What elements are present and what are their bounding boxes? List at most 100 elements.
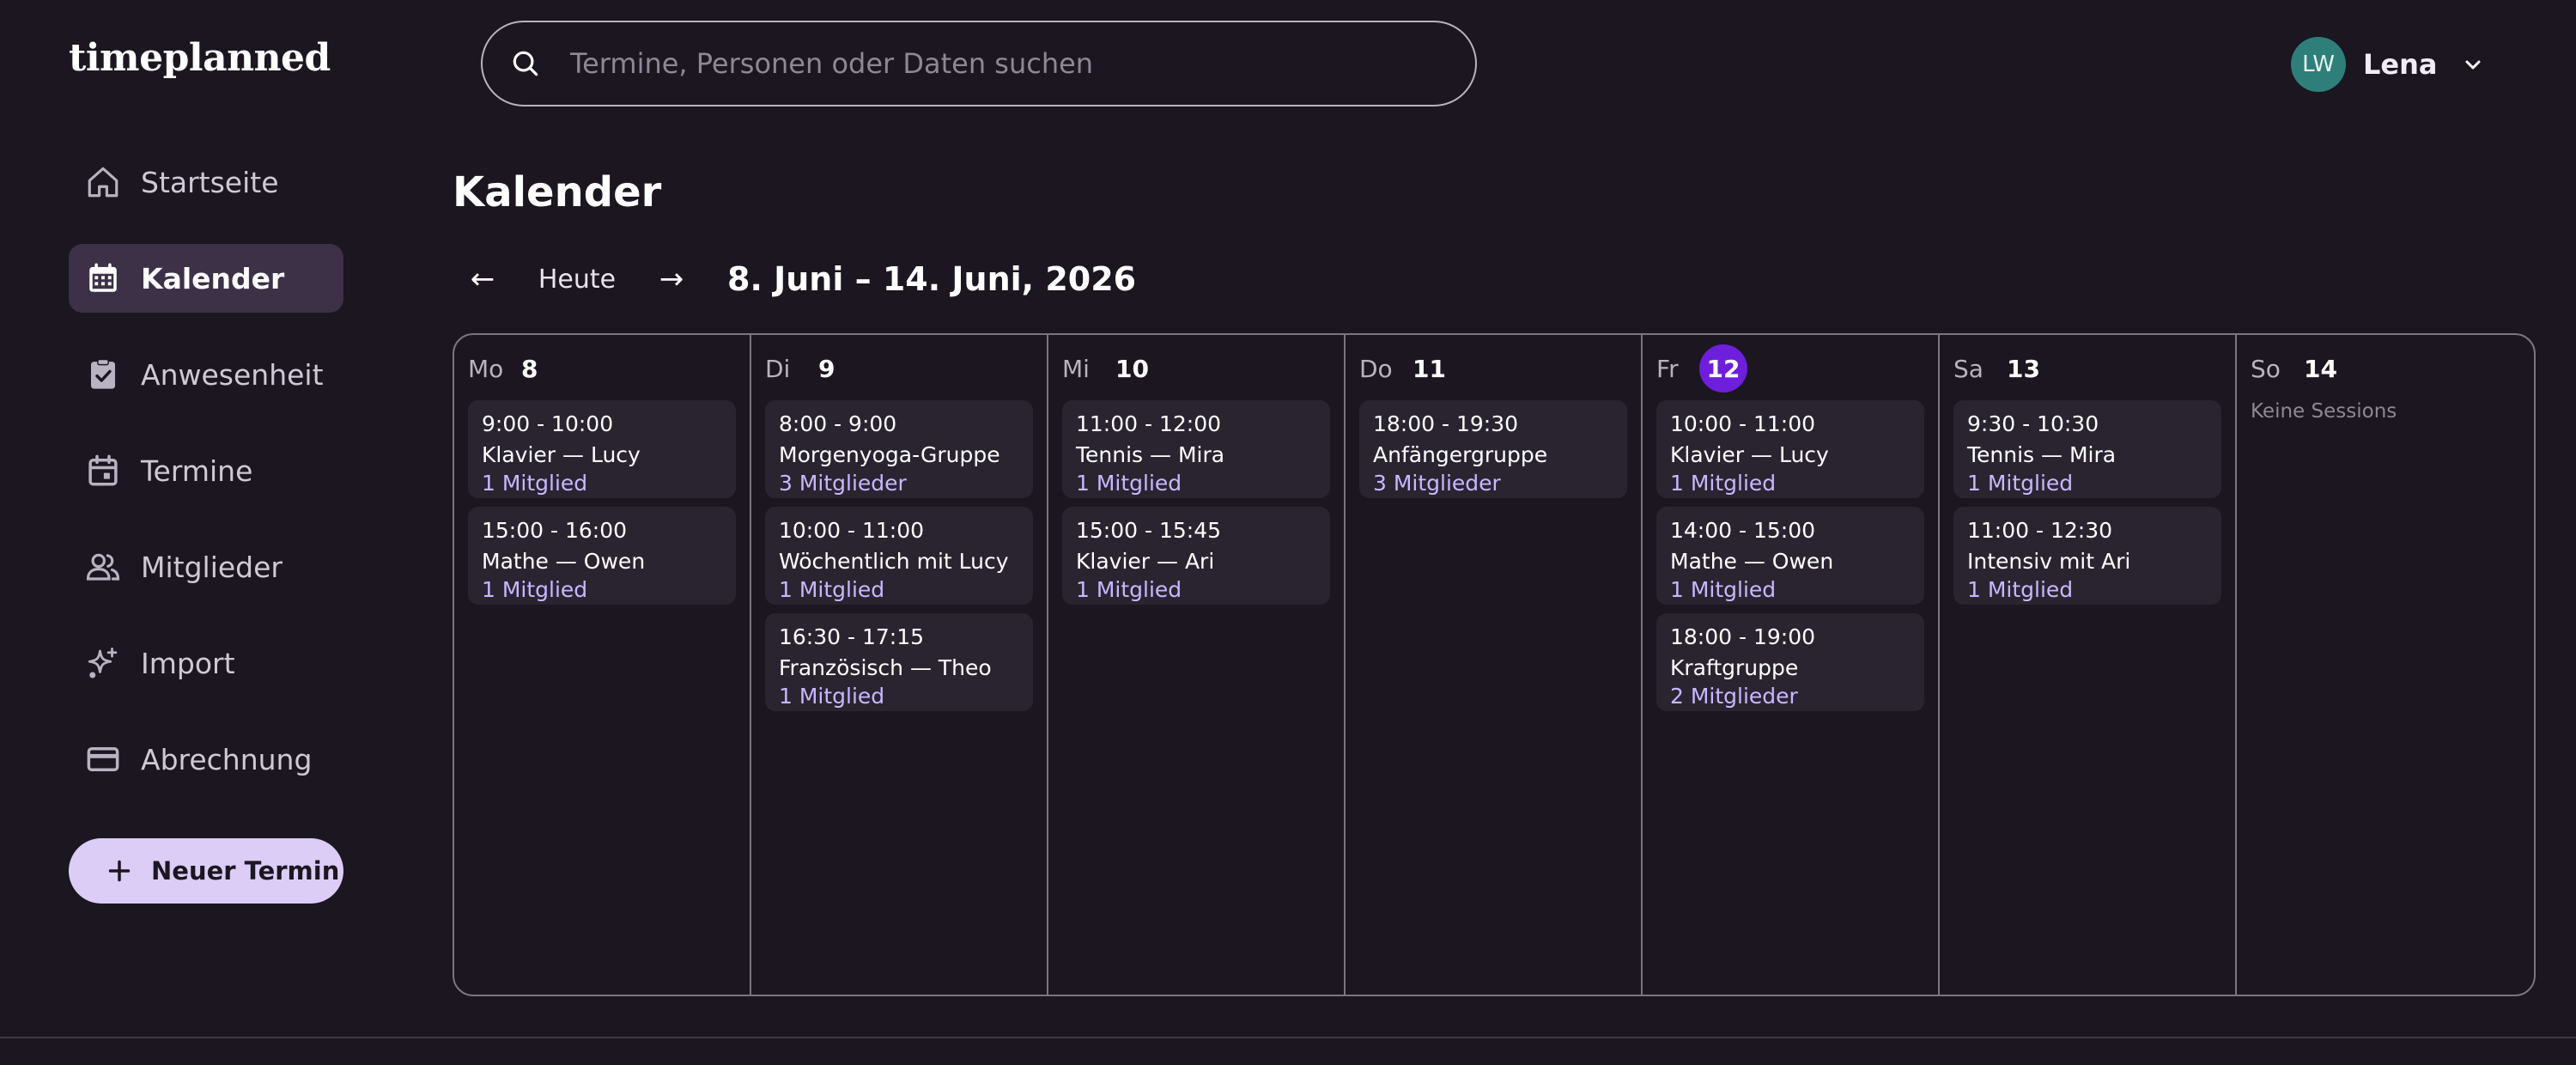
event-title: Tennis — Mira bbox=[1967, 442, 2117, 467]
day-of-week: Do bbox=[1359, 354, 1393, 383]
new-event-label: Neuer Termin bbox=[151, 856, 340, 885]
event-card[interactable]: 18:00 - 19:00 Kraftgruppe 2 Mitglieder bbox=[1656, 613, 1924, 711]
event-time: 18:00 - 19:00 bbox=[1670, 624, 1816, 649]
sidebar-item-mitglieder[interactable]: Mitglieder bbox=[69, 532, 343, 601]
event-time: 18:00 - 19:30 bbox=[1373, 411, 1519, 436]
search-input[interactable] bbox=[570, 38, 1429, 89]
event-card[interactable]: 9:00 - 10:00 Klavier — Lucy 1 Mitglied bbox=[468, 400, 736, 498]
sparkle-icon bbox=[84, 644, 122, 682]
event-members: 1 Mitglied bbox=[1967, 471, 2074, 496]
day-column-so: So 14 Keine Sessions bbox=[2237, 335, 2534, 995]
event-title: Klavier — Ari bbox=[1076, 549, 1215, 574]
day-column-sa: Sa 13 9:30 - 10:30 Tennis — Mira 1 Mitgl… bbox=[1940, 335, 2237, 995]
event-card[interactable]: 18:00 - 19:30 Anfängergruppe 3 Mitgliede… bbox=[1359, 400, 1627, 498]
empty-day-text: Keine Sessions bbox=[2251, 400, 2397, 423]
event-icon bbox=[84, 452, 122, 490]
event-card[interactable]: 11:00 - 12:00 Tennis — Mira 1 Mitglied bbox=[1062, 400, 1330, 498]
event-card[interactable]: 16:30 - 17:15 Französisch — Theo 1 Mitgl… bbox=[765, 613, 1033, 711]
event-card[interactable]: 10:00 - 11:00 Wöchentlich mit Lucy 1 Mit… bbox=[765, 507, 1033, 605]
day-header: So 14 bbox=[2251, 347, 2520, 390]
sidebar-item-startseite[interactable]: Startseite bbox=[69, 148, 343, 216]
day-column-mo: Mo 8 9:00 - 10:00 Klavier — Lucy 1 Mitgl… bbox=[454, 335, 751, 995]
day-header: Di 9 bbox=[765, 347, 1033, 390]
day-column-fr: Fr 12 10:00 - 11:00 Klavier — Lucy 1 Mit… bbox=[1643, 335, 1940, 995]
event-time: 10:00 - 11:00 bbox=[1670, 411, 1816, 436]
event-card[interactable]: 15:00 - 15:45 Klavier — Ari 1 Mitglied bbox=[1062, 507, 1330, 605]
event-title: Klavier — Lucy bbox=[1670, 442, 1829, 467]
day-header: Sa 13 bbox=[1953, 347, 2221, 390]
event-members: 2 Mitglieder bbox=[1670, 684, 1798, 709]
prev-week-button[interactable]: ← bbox=[453, 249, 513, 309]
event-time: 11:00 - 12:00 bbox=[1076, 411, 1222, 436]
search-bar[interactable] bbox=[481, 21, 1477, 106]
day-header: Mo 8 bbox=[468, 347, 736, 390]
day-number[interactable]: 9 bbox=[818, 355, 835, 383]
clipboard-check-icon bbox=[84, 356, 122, 393]
week-calendar: Mo 8 9:00 - 10:00 Klavier — Lucy 1 Mitgl… bbox=[453, 333, 2536, 996]
day-number[interactable]: 11 bbox=[1413, 355, 1446, 383]
event-title: Intensiv mit Ari bbox=[1967, 549, 2131, 574]
sidebar-item-label: Import bbox=[141, 646, 235, 680]
sidebar-item-label: Abrechnung bbox=[141, 742, 313, 776]
event-members: 1 Mitglied bbox=[779, 684, 885, 709]
search-icon bbox=[508, 46, 543, 81]
sidebar-item-anwesenheit[interactable]: Anwesenheit bbox=[69, 340, 343, 409]
event-title: Mathe — Owen bbox=[1670, 549, 1834, 574]
sidebar-item-abrechnung[interactable]: Abrechnung bbox=[69, 725, 343, 794]
sidebar-item-import[interactable]: Import bbox=[69, 629, 343, 697]
day-column-mi: Mi 10 11:00 - 12:00 Tennis — Mira 1 Mitg… bbox=[1048, 335, 1346, 995]
day-of-week: Sa bbox=[1953, 354, 1984, 383]
event-card[interactable]: 14:00 - 15:00 Mathe — Owen 1 Mitglied bbox=[1656, 507, 1924, 605]
plus-icon bbox=[106, 858, 132, 884]
chevron-down-icon[interactable] bbox=[2461, 52, 2485, 76]
today-badge[interactable]: 12 bbox=[1699, 344, 1747, 393]
day-header: Do 11 bbox=[1359, 347, 1627, 390]
event-members: 1 Mitglied bbox=[1967, 577, 2074, 602]
event-title: Wöchentlich mit Lucy bbox=[779, 549, 1009, 574]
app-root: timeplanned LW Lena Startseite Kalender bbox=[0, 0, 2576, 1065]
event-title: Morgenyoga-Gruppe bbox=[779, 442, 1000, 467]
next-week-button[interactable]: → bbox=[641, 249, 702, 309]
event-members: 1 Mitglied bbox=[1076, 471, 1182, 496]
new-event-button[interactable]: Neuer Termin bbox=[69, 838, 343, 904]
event-card[interactable]: 8:00 - 9:00 Morgenyoga-Gruppe 3 Mitglied… bbox=[765, 400, 1033, 498]
event-card[interactable]: 10:00 - 11:00 Klavier — Lucy 1 Mitglied bbox=[1656, 400, 1924, 498]
event-card[interactable]: 11:00 - 12:30 Intensiv mit Ari 1 Mitglie… bbox=[1953, 507, 2221, 605]
day-number[interactable]: 10 bbox=[1115, 355, 1149, 383]
event-time: 8:00 - 9:00 bbox=[779, 411, 897, 436]
day-number[interactable]: 13 bbox=[2007, 355, 2040, 383]
event-title: Klavier — Lucy bbox=[482, 442, 641, 467]
sidebar-item-label: Anwesenheit bbox=[141, 357, 324, 392]
event-time: 15:00 - 15:45 bbox=[1076, 518, 1222, 543]
calendar-icon bbox=[84, 259, 122, 297]
app-logo[interactable]: timeplanned bbox=[69, 36, 331, 80]
members-icon bbox=[84, 548, 122, 586]
event-members: 1 Mitglied bbox=[482, 577, 588, 602]
event-card[interactable]: 15:00 - 16:00 Mathe — Owen 1 Mitglied bbox=[468, 507, 736, 605]
day-of-week: Mo bbox=[468, 354, 504, 383]
event-title: Anfängergruppe bbox=[1373, 442, 1548, 467]
user-name[interactable]: Lena bbox=[2363, 48, 2437, 81]
avatar[interactable]: LW bbox=[2291, 37, 2346, 92]
event-members: 3 Mitglieder bbox=[779, 471, 907, 496]
event-time: 14:00 - 15:00 bbox=[1670, 518, 1816, 543]
day-number[interactable]: 14 bbox=[2304, 355, 2337, 383]
sidebar-item-kalender[interactable]: Kalender bbox=[69, 244, 343, 313]
date-range: 8. Juni – 14. Juni, 2026 bbox=[727, 260, 1137, 298]
event-time: 9:30 - 10:30 bbox=[1967, 411, 2099, 436]
day-number[interactable]: 8 bbox=[521, 355, 538, 383]
today-button[interactable]: Heute bbox=[513, 265, 641, 295]
bottom-divider bbox=[0, 1037, 2576, 1038]
event-members: 3 Mitglieder bbox=[1373, 471, 1501, 496]
user-menu[interactable]: LW Lena bbox=[2291, 37, 2485, 92]
calendar-toolbar: ← Heute → 8. Juni – 14. Juni, 2026 bbox=[453, 249, 1136, 309]
day-column-di: Di 9 8:00 - 9:00 Morgenyoga-Gruppe 3 Mit… bbox=[751, 335, 1048, 995]
event-members: 1 Mitglied bbox=[779, 577, 885, 602]
event-card[interactable]: 9:30 - 10:30 Tennis — Mira 1 Mitglied bbox=[1953, 400, 2221, 498]
day-of-week: Mi bbox=[1062, 354, 1090, 383]
sidebar-item-termine[interactable]: Termine bbox=[69, 436, 343, 505]
event-members: 1 Mitglied bbox=[1670, 471, 1777, 496]
day-header: Fr 12 bbox=[1656, 344, 1924, 393]
home-icon bbox=[84, 163, 122, 201]
day-of-week: So bbox=[2251, 354, 2281, 383]
